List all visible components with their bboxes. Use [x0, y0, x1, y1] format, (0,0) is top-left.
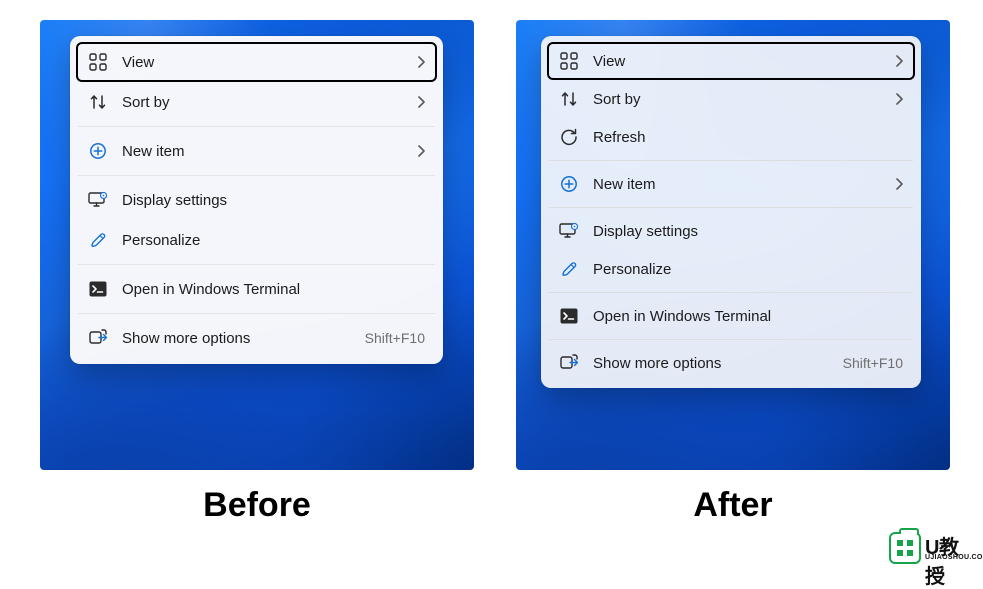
menu-item-view[interactable]: View	[547, 42, 915, 80]
menu-item-sort[interactable]: Sort by	[76, 82, 437, 122]
chevron-right-icon	[417, 56, 425, 68]
monitor-gear-icon	[88, 190, 108, 210]
chevron-right-icon	[417, 96, 425, 108]
menu-item-sort[interactable]: Sort by	[547, 80, 915, 118]
menu-item-label: Personalize	[122, 232, 425, 249]
menu-item-label: Sort by	[122, 94, 417, 111]
caption-after: After	[516, 486, 950, 525]
watermark-url: UJIAOSHOU.COM	[925, 554, 983, 561]
menu-item-refresh[interactable]: Refresh	[547, 118, 915, 156]
paintbrush-icon	[88, 230, 108, 250]
menu-item-view[interactable]: View	[76, 42, 437, 82]
context-menu-before: View Sort by New item Display settings Perso…	[70, 36, 443, 364]
menu-item-terminal[interactable]: Open in Windows Terminal	[76, 269, 437, 309]
menu-divider	[78, 264, 435, 265]
menu-divider	[78, 175, 435, 176]
plus-circle-icon	[559, 174, 579, 194]
refresh-icon	[559, 127, 579, 147]
terminal-icon	[559, 306, 579, 326]
menu-divider	[78, 126, 435, 127]
monitor-gear-icon	[559, 221, 579, 241]
menu-item-label: Open in Windows Terminal	[593, 308, 903, 325]
paintbrush-icon	[559, 259, 579, 279]
watermark: U教授 UJIAOSHOU.COM	[889, 532, 977, 570]
caption-before: Before	[40, 486, 474, 525]
plus-circle-icon	[88, 141, 108, 161]
chevron-right-icon	[895, 178, 903, 190]
menu-item-new[interactable]: New item	[76, 131, 437, 171]
menu-item-label: Sort by	[593, 91, 895, 108]
chevron-right-icon	[895, 55, 903, 67]
chevron-right-icon	[417, 145, 425, 157]
menu-item-terminal[interactable]: Open in Windows Terminal	[547, 297, 915, 335]
menu-item-label: View	[593, 53, 895, 70]
grid-icon	[559, 51, 579, 71]
menu-item-shortcut: Shift+F10	[843, 355, 903, 371]
menu-item-label: Display settings	[593, 223, 903, 240]
menu-divider	[549, 207, 913, 208]
menu-item-label: Show more options	[593, 355, 843, 372]
menu-item-label: Personalize	[593, 261, 903, 278]
menu-item-more[interactable]: Show more optionsShift+F10	[76, 318, 437, 358]
grid-icon	[88, 52, 108, 72]
menu-item-shortcut: Shift+F10	[365, 330, 425, 346]
menu-item-label: New item	[593, 176, 895, 193]
sort-icon	[88, 92, 108, 112]
menu-item-label: Show more options	[122, 330, 365, 347]
menu-item-label: Open in Windows Terminal	[122, 281, 425, 298]
menu-divider	[549, 339, 913, 340]
menu-item-more[interactable]: Show more optionsShift+F10	[547, 344, 915, 382]
menu-item-display[interactable]: Display settings	[547, 212, 915, 250]
context-menu-after: View Sort by Refresh New item Display settin…	[541, 36, 921, 388]
menu-item-personalize[interactable]: Personalize	[547, 250, 915, 288]
sort-icon	[559, 89, 579, 109]
menu-item-label: View	[122, 54, 417, 71]
menu-item-label: New item	[122, 143, 417, 160]
menu-item-label: Refresh	[593, 129, 903, 146]
more-options-icon	[559, 353, 579, 373]
menu-item-label: Display settings	[122, 192, 425, 209]
menu-divider	[78, 313, 435, 314]
more-options-icon	[88, 328, 108, 348]
watermark-logo-icon	[889, 532, 921, 564]
menu-divider	[549, 160, 913, 161]
menu-item-new[interactable]: New item	[547, 165, 915, 203]
chevron-right-icon	[895, 93, 903, 105]
menu-item-display[interactable]: Display settings	[76, 180, 437, 220]
terminal-icon	[88, 279, 108, 299]
menu-divider	[549, 292, 913, 293]
menu-item-personalize[interactable]: Personalize	[76, 220, 437, 260]
